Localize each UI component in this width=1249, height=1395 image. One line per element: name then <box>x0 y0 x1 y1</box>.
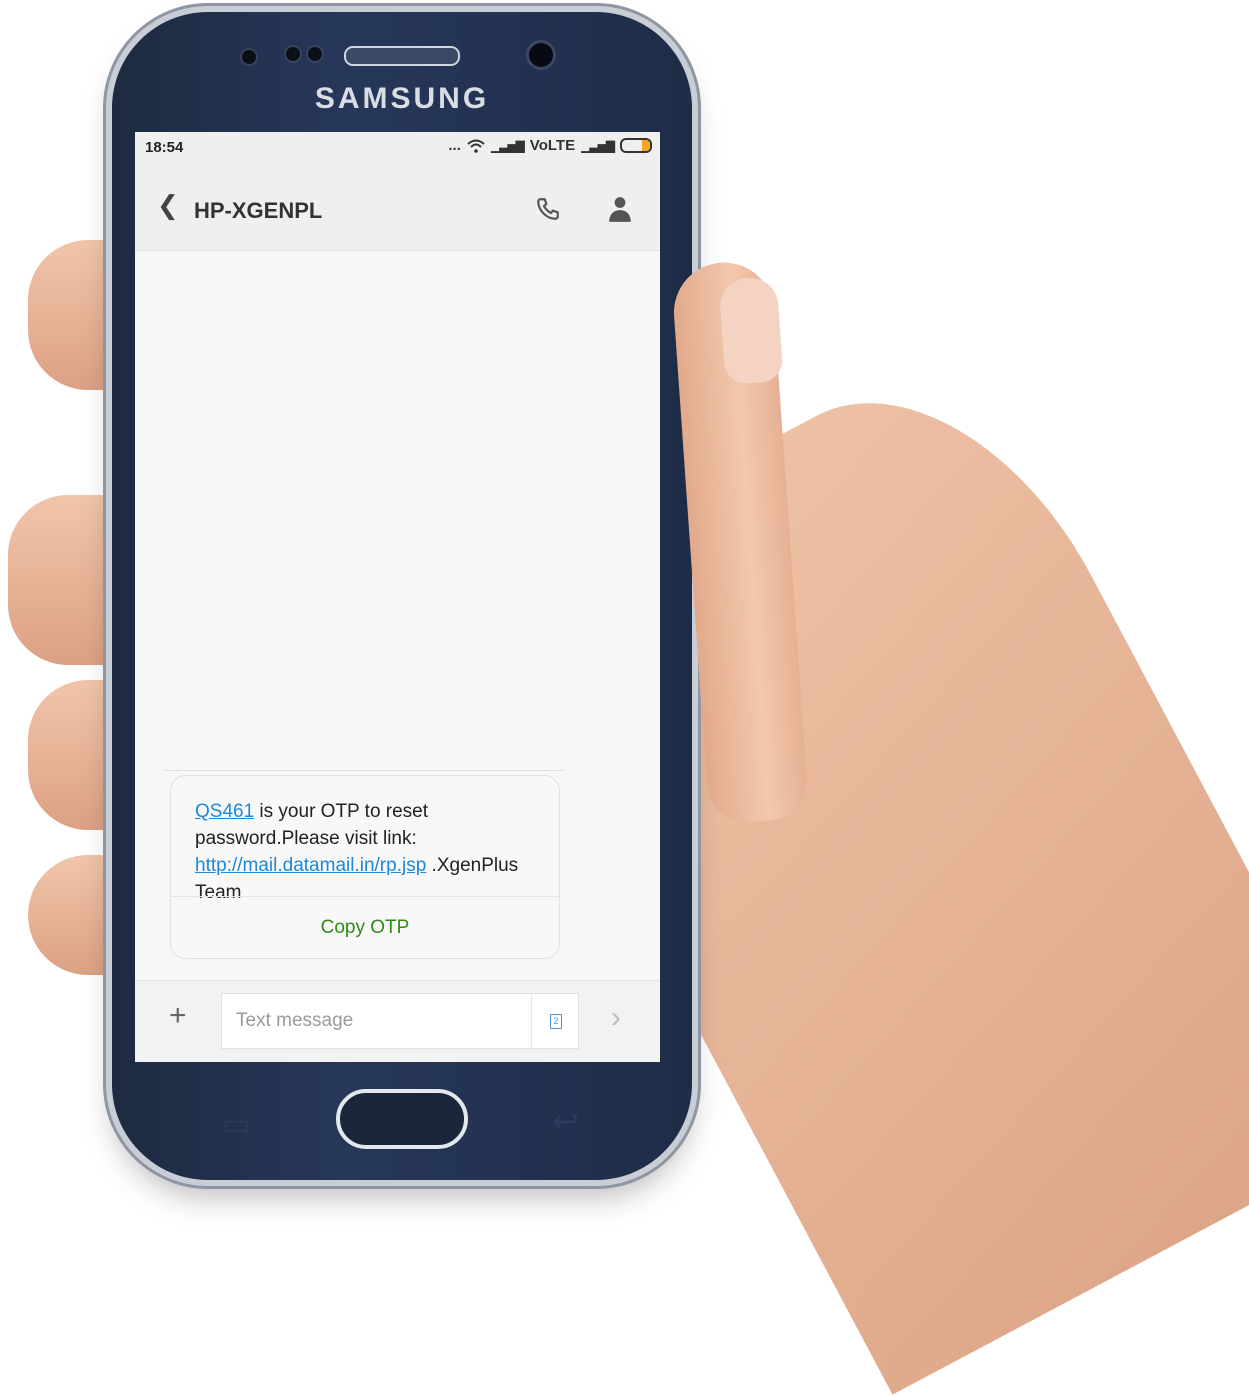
text-message-input[interactable] <box>222 994 532 1048</box>
conversation-title: HP-XGENPL <box>194 198 323 223</box>
earpiece-speaker <box>344 46 460 66</box>
recent-apps-icon[interactable]: ▭ <box>222 1107 250 1142</box>
send-arrow-icon[interactable]: › <box>611 1003 621 1033</box>
signal-icon: ▁▃▅▇ <box>490 138 525 153</box>
status-icons: ... ▁▃▅▇ VoLTE ▁▃▅▇ <box>448 137 652 154</box>
message-bubble[interactable]: QS461 is your OTP to reset password.Plea… <box>170 775 560 959</box>
battery-fill <box>641 140 650 151</box>
otp-link[interactable]: QS461 <box>195 801 254 822</box>
status-bar: 18:54 ... ▁▃▅▇ VoLTE ▁▃▅▇ <box>135 132 660 162</box>
signal-icon-2: ▁▃▅▇ <box>581 138 615 153</box>
phone-screen: 18:54 ... ▁▃▅▇ VoLTE ▁▃▅▇ ❮ HP-XGENPL QS… <box>135 132 660 1062</box>
sensor-dot <box>284 45 302 63</box>
sim-select-icon[interactable]: 2 <box>550 1014 562 1029</box>
message-composer: + 2 › <box>135 980 660 1062</box>
home-button[interactable] <box>336 1089 468 1149</box>
message-text: QS461 is your OTP to reset password.Plea… <box>195 798 545 906</box>
input-separator <box>531 994 532 1048</box>
battery-icon <box>620 138 652 153</box>
thumb-nail <box>718 276 784 385</box>
sensor-dot <box>306 45 324 63</box>
wifi-icon <box>467 139 485 153</box>
more-dots-icon: ... <box>448 137 461 154</box>
url-link[interactable]: http://mail.datamail.in/rp.jsp <box>195 855 426 876</box>
sensor-dot <box>240 48 258 66</box>
phone-call-icon[interactable] <box>535 196 561 222</box>
attach-plus-icon[interactable]: + <box>169 1001 187 1031</box>
message-divider <box>163 770 565 771</box>
front-camera <box>526 40 556 70</box>
back-arrow-icon[interactable]: ❮ <box>157 192 179 218</box>
back-key-icon[interactable]: ↩ <box>552 1102 579 1140</box>
copy-otp-button[interactable]: Copy OTP <box>171 896 559 960</box>
contact-person-icon[interactable] <box>607 195 633 223</box>
conversation-header: ❮ HP-XGENPL <box>135 162 660 251</box>
brand-logo: SAMSUNG <box>314 82 490 115</box>
network-label: VoLTE <box>529 137 576 154</box>
status-time: 18:54 <box>145 139 184 156</box>
text-input-wrapper: 2 <box>221 993 579 1049</box>
